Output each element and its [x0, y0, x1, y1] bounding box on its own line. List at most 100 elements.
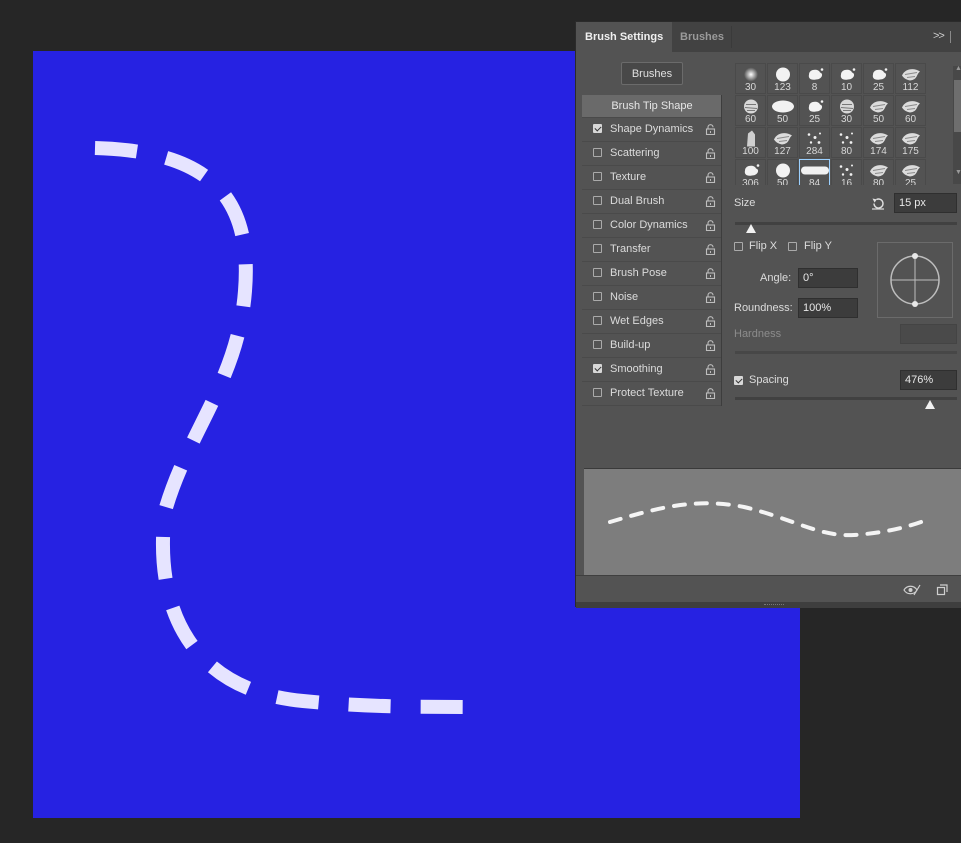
size-slider-track[interactable]: [735, 222, 957, 225]
lock-icon[interactable]: [705, 196, 716, 207]
lock-icon[interactable]: [705, 244, 716, 255]
option-brush-tip-shape[interactable]: Brush Tip Shape: [582, 95, 722, 118]
lock-icon[interactable]: [705, 388, 716, 399]
brush-tip-grid: 30 123 8 10 25 112 60 50 25 30 50 60 100 127 284 80 174 1…: [735, 63, 927, 185]
size-slider-thumb[interactable]: [745, 224, 756, 233]
size-field[interactable]: 15 px: [894, 193, 957, 213]
brush-tip-size: 127: [774, 146, 791, 157]
option-smoothing[interactable]: Smoothing: [582, 358, 722, 382]
option-checkbox[interactable]: [593, 196, 602, 205]
spacing-slider-thumb[interactable]: [925, 400, 936, 409]
visibility-icon[interactable]: [903, 584, 921, 596]
angle-field[interactable]: 0°: [798, 268, 858, 288]
brush-tip-size: 25: [872, 82, 885, 93]
option-checkbox[interactable]: [593, 172, 602, 181]
flip-x-checkbox[interactable]: [734, 242, 743, 251]
scroll-down-icon[interactable]: ▼: [955, 169, 961, 176]
option-wet-edges[interactable]: Wet Edges: [582, 310, 722, 334]
brush-tip-cell[interactable]: 174: [863, 127, 894, 158]
tab-brush-settings[interactable]: Brush Settings: [576, 22, 673, 52]
brushes-button[interactable]: Brushes: [621, 62, 683, 85]
flip-y-checkbox[interactable]: [788, 242, 797, 251]
brush-tip-cell[interactable]: 30: [831, 95, 862, 126]
option-checkbox[interactable]: [593, 124, 602, 133]
brush-grid-scrollbar[interactable]: [953, 66, 961, 184]
option-brush-pose[interactable]: Brush Pose: [582, 262, 722, 286]
angle-roundness-widget[interactable]: [877, 242, 953, 318]
brush-tip-size: 100: [742, 146, 759, 157]
brush-tip-cell[interactable]: 127: [767, 127, 798, 158]
brush-tip-cell[interactable]: 8: [799, 63, 830, 94]
spacing-slider-track[interactable]: [735, 397, 957, 400]
option-label: Texture: [610, 171, 647, 183]
option-texture[interactable]: Texture: [582, 166, 722, 190]
option-checkbox[interactable]: [593, 388, 602, 397]
option-build-up[interactable]: Build-up: [582, 334, 722, 358]
brush-tip-cell[interactable]: 16: [831, 159, 862, 185]
spacing-field[interactable]: 476%: [900, 370, 957, 390]
brush-tip-cell[interactable]: 50: [767, 95, 798, 126]
option-protect-texture[interactable]: Protect Texture: [582, 382, 722, 406]
lock-icon[interactable]: [705, 292, 716, 303]
brush-tip-cell[interactable]: 60: [895, 95, 926, 126]
new-preset-icon[interactable]: [936, 584, 948, 596]
option-checkbox[interactable]: [593, 292, 602, 301]
option-shape-dynamics[interactable]: Shape Dynamics: [582, 118, 722, 142]
panel-collapse-icon[interactable]: >>: [933, 30, 945, 42]
lock-icon[interactable]: [705, 124, 716, 135]
brush-tip-cell[interactable]: 30: [735, 63, 766, 94]
scroll-up-icon[interactable]: ▲: [955, 65, 961, 72]
brush-tip-cell[interactable]: 84: [799, 159, 830, 185]
brush-tip-size: 306: [742, 178, 759, 185]
spacing-checkbox[interactable]: [734, 376, 743, 385]
angle-label: Angle:: [760, 272, 792, 284]
brush-tip-cell[interactable]: 123: [767, 63, 798, 94]
stroke-preview: [584, 468, 961, 575]
option-checkbox[interactable]: [593, 364, 602, 373]
lock-icon[interactable]: [705, 220, 716, 231]
option-label: Protect Texture: [610, 387, 684, 399]
option-label: Transfer: [610, 243, 651, 255]
brush-tip-cell[interactable]: 112: [895, 63, 926, 94]
reset-icon[interactable]: [871, 197, 885, 210]
brush-tip-cell[interactable]: 10: [831, 63, 862, 94]
option-checkbox[interactable]: [593, 340, 602, 349]
brush-tip-cell[interactable]: 25: [799, 95, 830, 126]
option-label: Smoothing: [610, 363, 663, 375]
scrollbar-thumb[interactable]: [954, 80, 961, 132]
brush-tip-cell[interactable]: 50: [863, 95, 894, 126]
option-dual-brush[interactable]: Dual Brush: [582, 190, 722, 214]
lock-icon[interactable]: [705, 340, 716, 351]
resize-grip[interactable]: [764, 604, 784, 607]
brush-tip-size: 123: [774, 82, 791, 93]
hardness-field: [900, 324, 957, 344]
lock-icon[interactable]: [705, 172, 716, 183]
tab-brushes[interactable]: Brushes: [671, 22, 733, 52]
option-checkbox[interactable]: [593, 148, 602, 157]
brush-tip-cell[interactable]: 306: [735, 159, 766, 185]
option-transfer[interactable]: Transfer: [582, 238, 722, 262]
brush-tip-cell[interactable]: 50: [767, 159, 798, 185]
option-scattering[interactable]: Scattering: [582, 142, 722, 166]
option-noise[interactable]: Noise: [582, 286, 722, 310]
brush-tip-cell[interactable]: 80: [831, 127, 862, 158]
brush-tip-cell[interactable]: 25: [863, 63, 894, 94]
brush-tip-cell[interactable]: 175: [895, 127, 926, 158]
brush-tip-cell[interactable]: 284: [799, 127, 830, 158]
roundness-field[interactable]: 100%: [798, 298, 858, 318]
option-checkbox[interactable]: [593, 268, 602, 277]
lock-icon[interactable]: [705, 316, 716, 327]
lock-icon[interactable]: [705, 268, 716, 279]
lock-icon[interactable]: [705, 364, 716, 375]
brush-tip-cell[interactable]: 100: [735, 127, 766, 158]
brush-tip-cell[interactable]: 25: [895, 159, 926, 185]
option-checkbox[interactable]: [593, 244, 602, 253]
option-checkbox[interactable]: [593, 220, 602, 229]
option-color-dynamics[interactable]: Color Dynamics: [582, 214, 722, 238]
spacing-label: Spacing: [749, 374, 789, 386]
lock-icon[interactable]: [705, 148, 716, 159]
brush-tip-size: 30: [744, 82, 757, 93]
brush-tip-cell[interactable]: 80: [863, 159, 894, 185]
option-checkbox[interactable]: [593, 316, 602, 325]
brush-tip-cell[interactable]: 60: [735, 95, 766, 126]
